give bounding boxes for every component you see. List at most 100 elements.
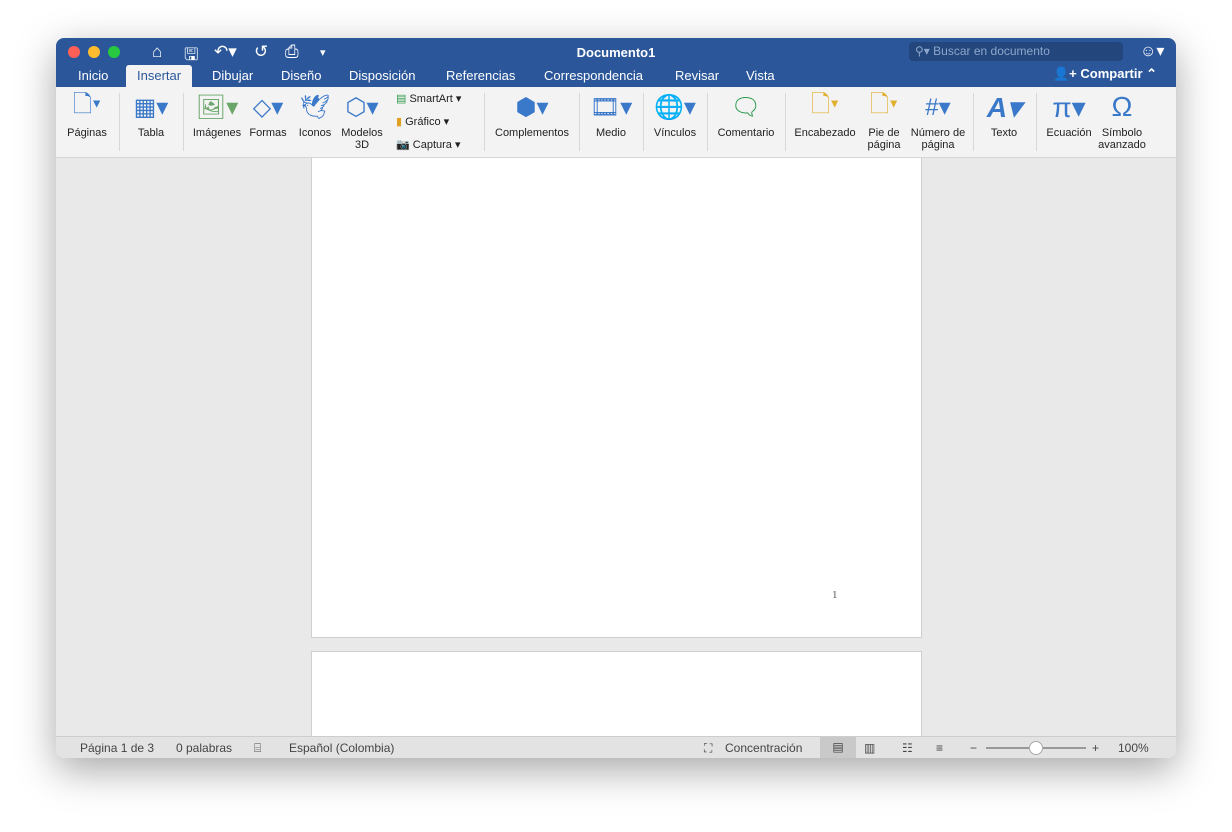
- media-icon: 🎞▾: [589, 93, 633, 121]
- label: Encabezado: [794, 127, 856, 139]
- home-icon[interactable]: ⌂: [152, 42, 162, 62]
- simbolo-avanzado-button[interactable]: Ω Símbolo avanzado: [1096, 87, 1148, 158]
- ribbon: 🗋▾ Páginas ▦▾ Tabla 🖼▾ Imágenes ◇▾ Formas 🕊 I…: [56, 87, 1176, 158]
- divider: [1036, 93, 1037, 151]
- divider: [643, 93, 644, 151]
- medio-button[interactable]: 🎞▾ Medio: [586, 87, 636, 158]
- shapes-icon: ◇▾: [252, 93, 284, 121]
- camera-icon: 📷: [396, 139, 410, 151]
- redo-icon[interactable]: ↺: [254, 42, 268, 62]
- outline-view-icon[interactable]: ☷: [902, 741, 913, 755]
- page-2[interactable]: [311, 651, 922, 736]
- draft-view-icon[interactable]: ≡: [936, 741, 943, 755]
- vinculos-button[interactable]: 🌐▾ Vínculos: [648, 87, 702, 158]
- label: Iconos: [298, 127, 332, 139]
- divider: [484, 93, 485, 151]
- word-count[interactable]: 0 palabras: [176, 741, 232, 755]
- page-number: 1: [832, 589, 838, 601]
- minimize-button[interactable]: [88, 46, 100, 58]
- label: Imágenes: [192, 127, 242, 139]
- comentario-button[interactable]: 🗨 Comentario: [714, 87, 778, 158]
- texto-button[interactable]: A▾ Texto: [980, 87, 1028, 158]
- undo-icon[interactable]: ↶▾: [214, 42, 237, 62]
- numero-de-pagina-button[interactable]: #▾ Número de página: [910, 87, 966, 158]
- complementos-button[interactable]: ⬢▾ Complementos: [490, 87, 574, 158]
- smartart-button[interactable]: ▤ SmartArt ▾: [396, 92, 461, 105]
- tab-insertar[interactable]: Insertar: [126, 65, 193, 87]
- document-area[interactable]: 1: [56, 158, 1176, 736]
- smartart-icon: ▤: [396, 93, 407, 105]
- divider: [707, 93, 708, 151]
- cube-icon: ⬡▾: [345, 93, 379, 121]
- share-label: Compartir: [1080, 66, 1143, 81]
- tab-revisar[interactable]: Revisar: [664, 65, 730, 87]
- title-bar: ⌂ 🖫 ↶▾ ↺ ⎙ ▾ Documento1 ⚲▾ Buscar en doc…: [56, 38, 1176, 87]
- tabla-button[interactable]: ▦▾ Tabla: [128, 87, 174, 158]
- encabezado-button[interactable]: 🗋▾ Encabezado: [790, 87, 860, 158]
- focus-icon[interactable]: ⛶: [704, 741, 712, 756]
- divider: [785, 93, 786, 151]
- label: SmartArt: [409, 93, 453, 105]
- tab-vista[interactable]: Vista: [735, 65, 786, 87]
- iconos-button[interactable]: 🕊 Iconos: [294, 87, 336, 158]
- proofing-icon[interactable]: ⌸: [254, 741, 261, 756]
- close-button[interactable]: [68, 46, 80, 58]
- text-a-icon: A▾: [986, 91, 1022, 123]
- share-button[interactable]: 👤+ Compartir ⌃: [1053, 66, 1157, 82]
- zoom-slider-thumb[interactable]: [1029, 741, 1043, 755]
- label: Formas: [249, 127, 287, 139]
- comment-icon: 🗨: [730, 93, 762, 121]
- bird-leaf-icon: 🕊: [299, 93, 331, 121]
- search-input[interactable]: ⚲▾ Buscar en documento: [909, 42, 1123, 61]
- formas-button[interactable]: ◇▾ Formas: [246, 87, 290, 158]
- label: Complementos: [495, 127, 569, 139]
- label: Ecuación: [1046, 127, 1092, 139]
- tab-diseno[interactable]: Diseño: [270, 65, 332, 87]
- zoom-slider[interactable]: [986, 741, 1086, 755]
- imagenes-button[interactable]: 🖼▾ Imágenes: [190, 87, 244, 158]
- page-icon: 🗋▾: [72, 90, 102, 118]
- zoom-in-button[interactable]: +: [1092, 741, 1099, 755]
- page-number-icon: #▾: [925, 93, 951, 121]
- pie-de-pagina-button[interactable]: 🗋▾ Pie de página: [860, 87, 908, 158]
- page-1[interactable]: 1: [311, 158, 922, 638]
- zoom-level[interactable]: 100%: [1118, 741, 1149, 755]
- label: Captura: [412, 139, 452, 151]
- captura-button[interactable]: 📷 Captura ▾: [396, 138, 460, 151]
- tab-inicio[interactable]: Inicio: [67, 65, 119, 87]
- tab-referencias[interactable]: Referencias: [435, 65, 526, 87]
- header-icon: 🗋▾: [810, 90, 840, 118]
- modelos-3d-button[interactable]: ⬡▾ Modelos 3D: [338, 87, 386, 158]
- page-count[interactable]: Página 1 de 3: [80, 741, 154, 755]
- tab-disposicion[interactable]: Disposición: [338, 65, 426, 87]
- web-layout-view-icon[interactable]: ▥: [864, 741, 875, 755]
- label: Comentario: [717, 127, 775, 139]
- collapse-ribbon-icon[interactable]: ⌃: [1146, 66, 1157, 81]
- footer-icon: 🗋▾: [869, 90, 899, 118]
- label: Modelos 3D: [341, 127, 383, 151]
- ecuacion-button[interactable]: π▾ Ecuación: [1042, 87, 1096, 158]
- divider: [183, 93, 184, 151]
- label: Tabla: [137, 127, 165, 139]
- label: Medio: [596, 127, 626, 139]
- feedback-smiley-icon[interactable]: ☺▾: [1140, 41, 1164, 61]
- print-icon[interactable]: ⎙: [285, 42, 299, 62]
- paginas-button[interactable]: 🗋▾ Páginas: [64, 87, 110, 158]
- search-placeholder: Buscar en documento: [933, 44, 1050, 58]
- print-layout-view-icon[interactable]: ▤: [820, 737, 856, 758]
- tab-dibujar[interactable]: Dibujar: [201, 65, 264, 87]
- table-icon: ▦▾: [133, 93, 169, 121]
- zoom-button[interactable]: [108, 46, 120, 58]
- chart-icon: ▮: [396, 116, 403, 128]
- label: Número de página: [910, 127, 966, 151]
- grafico-button[interactable]: ▮ Gráfico ▾: [396, 115, 449, 128]
- label: Vínculos: [653, 127, 697, 139]
- language[interactable]: Español (Colombia): [289, 741, 394, 755]
- status-bar: Página 1 de 3 0 palabras ⌸ Español (Colo…: [56, 736, 1176, 758]
- customize-icon[interactable]: ▾: [320, 46, 326, 59]
- focus-mode-button[interactable]: Concentración: [725, 741, 802, 755]
- divider: [973, 93, 974, 151]
- tab-correspondencia[interactable]: Correspondencia: [533, 65, 654, 87]
- divider: [579, 93, 580, 151]
- zoom-out-button[interactable]: −: [970, 741, 977, 755]
